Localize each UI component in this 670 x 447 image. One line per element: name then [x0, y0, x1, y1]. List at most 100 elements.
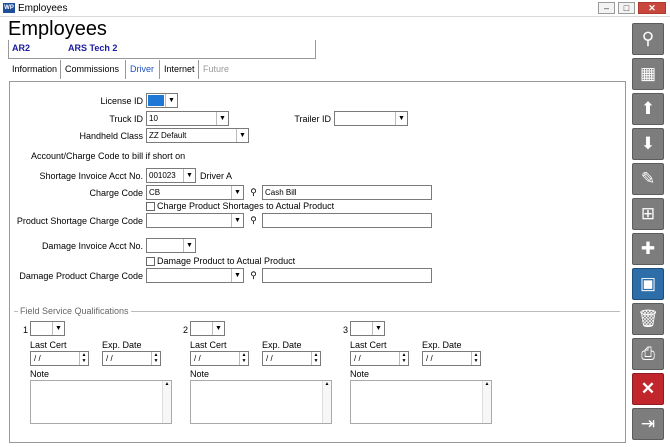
window-close-button[interactable]: ✕	[638, 2, 666, 14]
charge-code-description: Cash Bill	[262, 185, 432, 200]
spinner-icon[interactable]: ▲ ▼	[79, 352, 88, 365]
close-icon: ✕	[640, 379, 656, 398]
last-cert-value: / /	[194, 354, 201, 363]
trailer-id-label: Trailer ID	[294, 114, 331, 124]
chevron-down-icon: ▼	[52, 322, 64, 335]
delete-button[interactable]: 🗑	[632, 303, 664, 335]
note-textarea[interactable]: ▲	[190, 380, 332, 424]
exp-date-input[interactable]: / / ▲ ▼	[422, 351, 481, 366]
chevron-down-icon: ▼	[231, 214, 243, 227]
grid-button[interactable]: ▦	[632, 58, 664, 90]
damage-to-actual-checkbox[interactable]	[146, 257, 155, 266]
qualification-select[interactable]: ▼	[350, 321, 385, 336]
license-id-color-swatch	[148, 95, 164, 106]
exp-date-input[interactable]: / / ▲ ▼	[262, 351, 321, 366]
note-textarea[interactable]: ▲	[30, 380, 172, 424]
binoculars-icon[interactable]: ⚲	[247, 186, 260, 199]
chevron-down-icon: ▼	[231, 186, 243, 199]
chevron-down-icon: ▼	[216, 112, 228, 125]
last-cert-input[interactable]: / / ▲ ▼	[350, 351, 409, 366]
record-id: AR2	[12, 43, 31, 53]
qualification-select[interactable]: ▼	[190, 321, 225, 336]
tab-information[interactable]: Information	[8, 60, 61, 79]
scrollbar[interactable]: ▲	[322, 381, 331, 423]
minimize-button[interactable]: –	[598, 2, 615, 14]
arrow-up-icon: ⬆	[640, 99, 656, 118]
last-cert-label: Last Cert	[190, 340, 227, 350]
note-textarea[interactable]: ▲	[350, 380, 492, 424]
exp-date-label: Exp. Date	[422, 340, 462, 350]
chevron-down-icon: ▼	[231, 269, 243, 282]
qualifications-legend: Field Service Qualifications	[18, 306, 131, 317]
charge-code-value: CB	[149, 188, 161, 197]
last-cert-input[interactable]: / / ▲ ▼	[190, 351, 249, 366]
binoculars-icon[interactable]: ⚲	[247, 214, 260, 227]
trailer-id-select[interactable]: ▼	[334, 111, 408, 126]
handheld-class-value: ZZ Default	[149, 131, 187, 140]
damage-invoice-select[interactable]: ▼	[146, 238, 196, 253]
spinner-icon[interactable]: ▲ ▼	[471, 352, 480, 365]
add-button[interactable]: ⊞	[632, 198, 664, 230]
chevron-down-icon: ▼	[183, 239, 195, 252]
save-icon: ▣	[639, 274, 657, 293]
charge-code-select[interactable]: CB ▼	[146, 185, 244, 200]
product-shortage-description	[262, 213, 432, 228]
charge-shortages-checkbox[interactable]	[146, 202, 155, 211]
scrollbar[interactable]: ▲	[162, 381, 171, 423]
binoculars-icon[interactable]: ⚲	[247, 269, 260, 282]
new-record-button[interactable]: ✚	[632, 233, 664, 265]
spinner-icon[interactable]: ▲ ▼	[151, 352, 160, 365]
cancel-button[interactable]: ✕	[632, 373, 664, 405]
maximize-button[interactable]: □	[618, 2, 635, 14]
note-label: Note	[350, 369, 370, 379]
qualification-number: 2	[183, 325, 189, 335]
qualification-select[interactable]: ▼	[30, 321, 65, 336]
chevron-down-icon: ▼	[372, 322, 384, 335]
charge-shortages-label: Charge Product Shortages to Actual Produ…	[157, 201, 335, 211]
truck-id-select[interactable]: 10 ▼	[146, 111, 229, 126]
handheld-class-select[interactable]: ZZ Default ▼	[146, 128, 249, 143]
exp-date-value: / /	[426, 354, 433, 363]
tab-future[interactable]: Future	[198, 60, 233, 79]
record-name: ARS Tech 2	[68, 43, 118, 53]
exit-icon: ⇥	[640, 414, 656, 433]
damage-to-actual-label: Damage Product to Actual Product	[157, 256, 296, 266]
exp-date-label: Exp. Date	[102, 340, 142, 350]
exp-date-value: / /	[106, 354, 113, 363]
account-charge-heading: Account/Charge Code to bill if short on	[31, 151, 186, 161]
chevron-down-icon: ▼	[236, 129, 248, 142]
new-record-icon: ✚	[640, 239, 656, 258]
print-button[interactable]: ⎙	[632, 338, 664, 370]
note-label: Note	[30, 369, 50, 379]
product-shortage-label: Product Shortage Charge Code	[16, 216, 143, 226]
previous-record-button[interactable]: ⬆	[632, 93, 664, 125]
search-button[interactable]: ⚲	[632, 23, 664, 55]
tab-driver[interactable]: Driver	[125, 60, 158, 79]
exit-button[interactable]: ⇥	[632, 408, 664, 440]
shortage-invoice-name: Driver A	[200, 171, 233, 181]
scrollbar[interactable]: ▲	[482, 381, 491, 423]
qualification-number: 3	[343, 325, 349, 335]
exp-date-input[interactable]: / / ▲ ▼	[102, 351, 161, 366]
add-document-icon: ⊞	[640, 204, 656, 223]
spinner-icon[interactable]: ▲ ▼	[399, 352, 408, 365]
damage-product-label: Damage Product Charge Code	[19, 271, 143, 281]
shortage-invoice-select[interactable]: 001023 ▼	[146, 168, 196, 183]
search-icon: ⚲	[641, 29, 655, 48]
app-icon: WP	[3, 3, 15, 13]
license-id-select[interactable]: ▼	[146, 93, 178, 108]
save-button[interactable]: ▣	[632, 268, 664, 300]
exp-date-label: Exp. Date	[262, 340, 302, 350]
damage-product-select[interactable]: ▼	[146, 268, 244, 283]
next-record-button[interactable]: ⬇	[632, 128, 664, 160]
last-cert-value: / /	[34, 354, 41, 363]
last-cert-input[interactable]: / / ▲ ▼	[30, 351, 89, 366]
tab-internet[interactable]: Internet	[159, 60, 199, 79]
product-shortage-select[interactable]: ▼	[146, 213, 244, 228]
tab-commissions[interactable]: Commissions	[60, 60, 123, 79]
charge-code-label: Charge Code	[89, 188, 143, 198]
edit-button[interactable]: ✎	[632, 163, 664, 195]
qualification-number: 1	[23, 325, 29, 335]
spinner-icon[interactable]: ▲ ▼	[239, 352, 248, 365]
spinner-icon[interactable]: ▲ ▼	[311, 352, 320, 365]
